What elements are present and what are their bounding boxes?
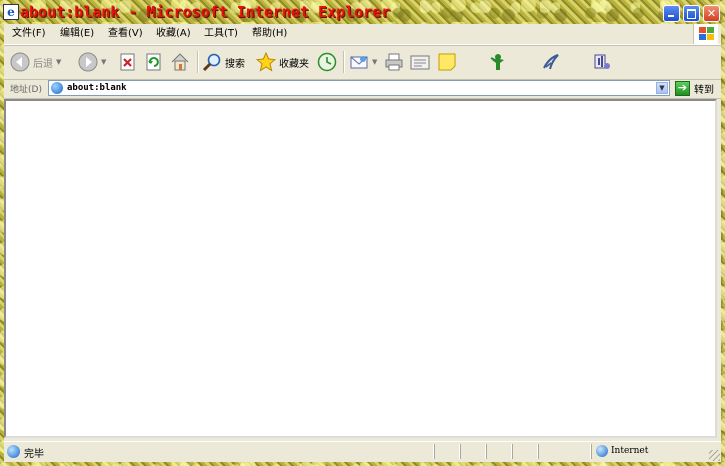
standard-toolbar: 后退 ▼ ▼ 搜索 收藏夹 ▼ xyxy=(4,45,721,80)
page-content[interactable] xyxy=(4,99,717,438)
status-page-icon xyxy=(7,445,20,458)
mail-dropdown-icon[interactable]: ▼ xyxy=(372,58,377,66)
forward-button[interactable]: ▼ xyxy=(78,50,106,74)
status-pane xyxy=(538,444,591,459)
refresh-button[interactable] xyxy=(144,50,164,74)
edit-button[interactable] xyxy=(410,50,430,74)
forward-arrow-icon xyxy=(78,52,98,72)
print-button[interactable] xyxy=(384,50,404,74)
research-icon xyxy=(541,52,561,72)
discuss-button[interactable] xyxy=(437,50,457,74)
back-label: 后退 xyxy=(33,58,53,70)
media-icon xyxy=(592,52,612,72)
internet-zone-icon xyxy=(596,445,608,457)
menu-tools[interactable]: 工具(T) xyxy=(202,27,240,41)
window-title: about:blank - Microsoft Internet Explore… xyxy=(20,3,391,21)
zone-text: Internet xyxy=(611,446,649,456)
address-text[interactable]: about:blank xyxy=(67,82,127,95)
menu-help[interactable]: 帮助(H) xyxy=(250,27,289,41)
mail-icon xyxy=(349,52,369,72)
page-icon xyxy=(51,82,63,94)
title-bar[interactable]: e about:blank - Microsoft Internet Explo… xyxy=(0,0,725,24)
ie-window: e about:blank - Microsoft Internet Explo… xyxy=(0,0,725,466)
menu-bar: 文件(F) 编辑(E) 查看(V) 收藏(A) 工具(T) 帮助(H) xyxy=(4,24,721,45)
forward-dropdown-icon[interactable]: ▼ xyxy=(101,58,106,66)
edit-page-icon xyxy=(410,52,430,72)
minimize-icon xyxy=(664,6,679,21)
messenger-button[interactable] xyxy=(488,50,508,74)
status-pane xyxy=(460,444,486,459)
research-button[interactable] xyxy=(541,50,561,74)
history-icon xyxy=(317,52,337,72)
favorites-button[interactable]: 收藏夹 xyxy=(255,50,309,74)
stop-icon xyxy=(118,52,138,72)
note-icon xyxy=(437,52,457,72)
media-button[interactable] xyxy=(592,50,612,74)
status-pane xyxy=(512,444,538,459)
back-button[interactable]: 后退 ▼ xyxy=(10,50,61,74)
menu-edit[interactable]: 编辑(E) xyxy=(58,27,96,41)
go-label: 转到 xyxy=(694,84,714,96)
browser-frame: 文件(F) 编辑(E) 查看(V) 收藏(A) 工具(T) 帮助(H) 后退 ▼ xyxy=(4,24,721,462)
address-input[interactable]: about:blank ▼ xyxy=(48,80,670,96)
go-button[interactable]: ➔ 转到 xyxy=(675,80,714,96)
windows-flag-icon xyxy=(693,24,718,44)
history-button[interactable] xyxy=(317,50,337,74)
address-dropdown-icon[interactable]: ▼ xyxy=(656,82,668,94)
status-pane xyxy=(486,444,512,459)
minimize-button[interactable] xyxy=(663,5,680,22)
resize-grip-icon[interactable] xyxy=(709,450,720,461)
search-icon xyxy=(202,52,222,72)
go-arrow-icon: ➔ xyxy=(675,80,690,96)
home-icon xyxy=(170,52,190,72)
status-pane xyxy=(434,444,460,459)
printer-icon xyxy=(384,52,404,72)
home-button[interactable] xyxy=(170,50,190,74)
back-dropdown-icon[interactable]: ▼ xyxy=(56,58,61,66)
favorites-label: 收藏夹 xyxy=(279,58,309,70)
search-label: 搜索 xyxy=(225,58,245,70)
back-arrow-icon xyxy=(10,52,30,72)
maximize-button[interactable] xyxy=(683,5,700,22)
address-bar: 地址(D) about:blank ▼ ➔ 转到 xyxy=(4,80,721,99)
menu-file[interactable]: 文件(F) xyxy=(10,27,48,41)
menu-view[interactable]: 查看(V) xyxy=(106,27,145,41)
status-bar: 完毕 Internet xyxy=(4,441,721,462)
menu-favorites[interactable]: 收藏(A) xyxy=(154,27,193,41)
stop-button[interactable] xyxy=(118,50,138,74)
ie-logo-icon: e xyxy=(3,4,19,20)
star-icon xyxy=(255,51,277,72)
mail-button[interactable]: ▼ xyxy=(349,50,377,74)
refresh-icon xyxy=(144,52,164,72)
messenger-icon xyxy=(488,52,508,72)
close-button[interactable]: ✕ xyxy=(703,5,720,22)
status-text: 完毕 xyxy=(24,449,44,460)
close-icon: ✕ xyxy=(706,7,717,20)
toolbar-separator xyxy=(197,51,199,73)
toolbar-separator xyxy=(343,51,345,73)
address-label: 地址(D) xyxy=(10,85,42,95)
maximize-icon xyxy=(684,6,699,21)
search-button[interactable]: 搜索 xyxy=(202,50,245,74)
